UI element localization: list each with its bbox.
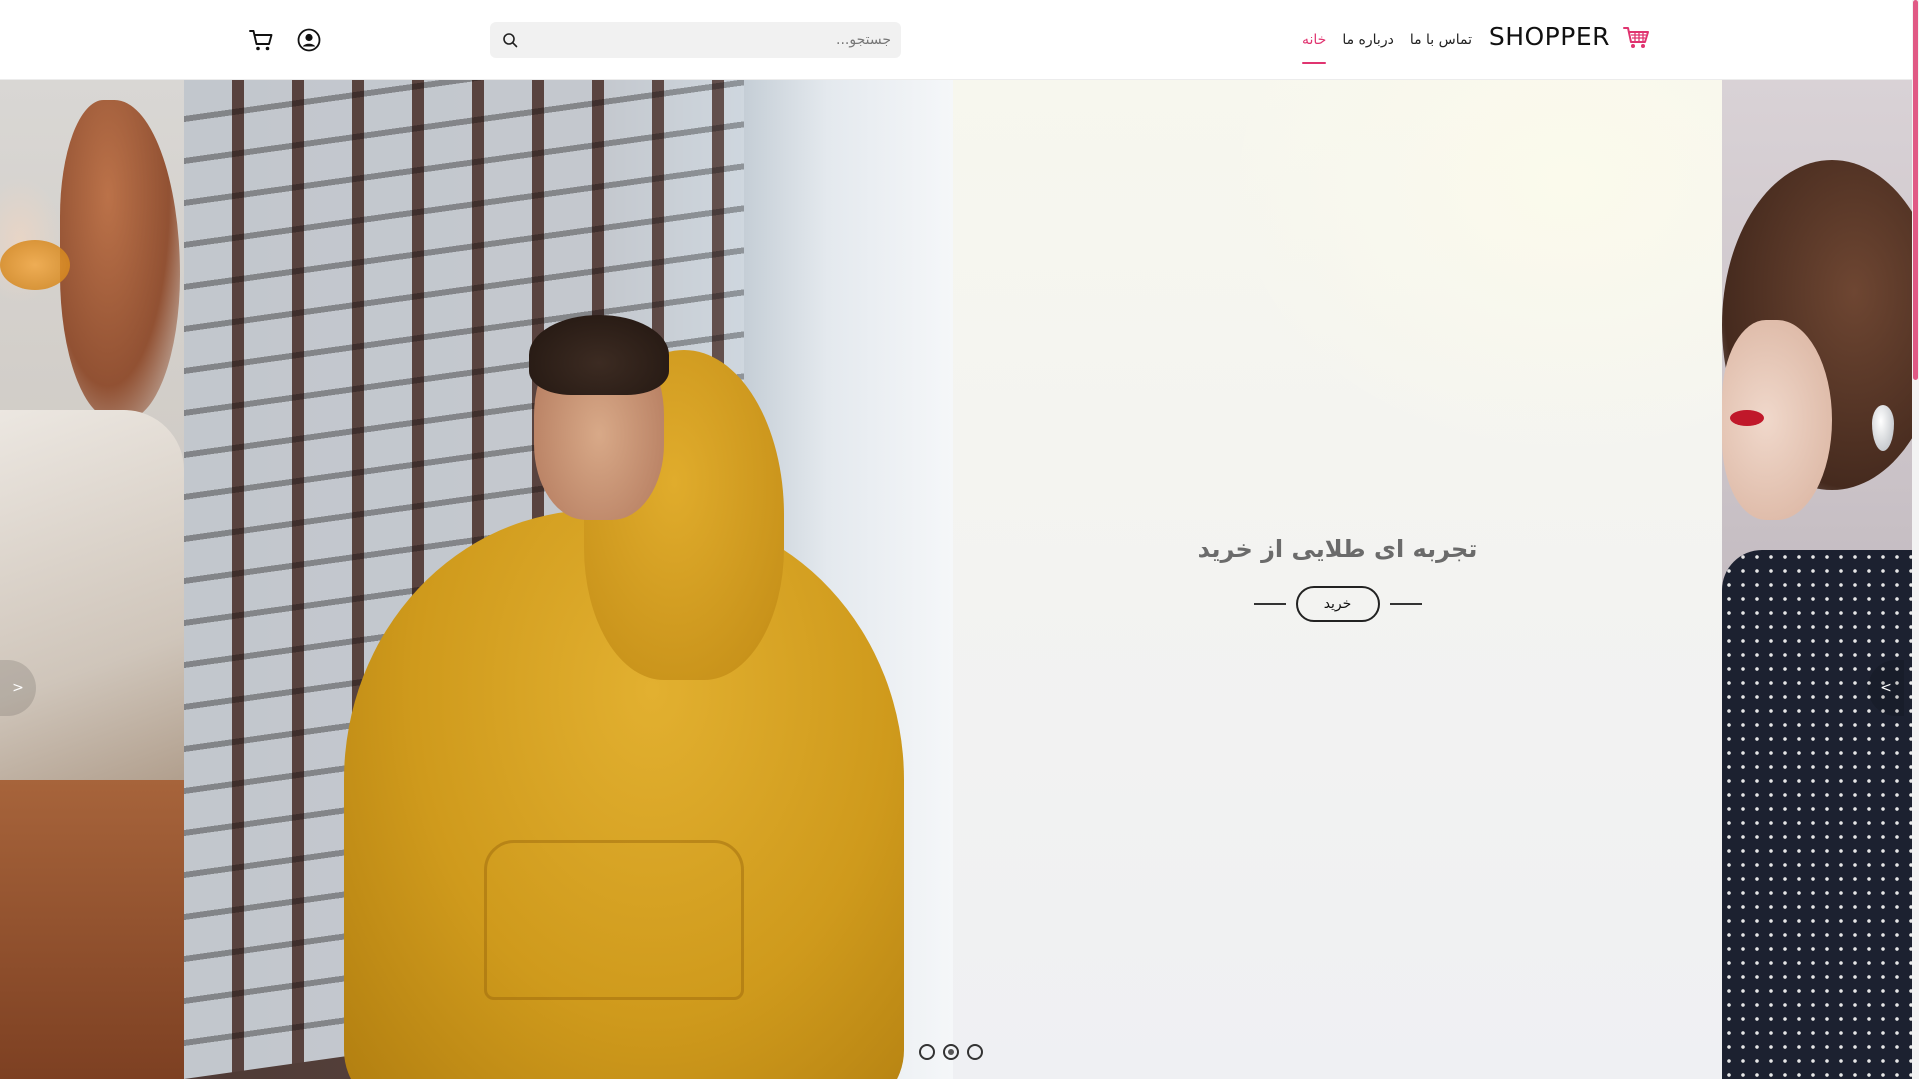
photo-pocket — [484, 840, 744, 1000]
search-icon — [503, 33, 518, 48]
photo-sunglasses — [0, 240, 70, 290]
nav-item-about[interactable]: درباره ما — [1342, 28, 1393, 52]
hero-title: تجربه ای طلایی از خرید — [1197, 535, 1478, 563]
cart-icon[interactable] — [248, 27, 274, 53]
chevron-right-icon: > — [12, 680, 24, 696]
carousel-dot-3[interactable] — [967, 1044, 983, 1060]
hero-text-panel: تجربه ای طلایی از خرید خرید — [953, 80, 1722, 1079]
slide-preview-left-image[interactable] — [0, 80, 184, 1079]
page-scrollbar[interactable] — [1912, 0, 1919, 1079]
cta-divider-left — [1253, 603, 1286, 605]
search-bar — [490, 22, 901, 58]
scrollbar-thumb[interactable] — [1913, 0, 1918, 380]
nav-item-home[interactable]: خانه — [1302, 28, 1327, 64]
hero-cta-group: خرید — [953, 586, 1722, 622]
chevron-left-icon: < — [1880, 680, 1892, 696]
carousel-dot-2[interactable] — [943, 1044, 959, 1060]
photo-hair — [60, 100, 180, 420]
carousel-dots — [919, 1044, 983, 1060]
photo-shirt — [0, 410, 184, 830]
brand-name: SHOPPER — [1488, 22, 1610, 51]
cta-divider-right — [1389, 603, 1422, 605]
shopping-cart-logo-icon — [1623, 26, 1649, 48]
hero-carousel: تجربه ای طلایی از خرید خرید > < — [0, 80, 1912, 1079]
search-button[interactable] — [490, 22, 530, 58]
carousel-dot-1[interactable] — [919, 1044, 935, 1060]
slide-preview-right-image[interactable] — [1722, 80, 1912, 1079]
shop-button[interactable]: خرید — [1295, 586, 1380, 622]
photo-skirt — [0, 780, 184, 1079]
site-header: SHOPPER خانه درباره ما تماس با ما — [0, 0, 1912, 80]
search-input[interactable] — [530, 22, 901, 58]
photo-lips-right — [1730, 410, 1764, 426]
hero-image — [184, 80, 953, 1079]
photo-hair-main — [529, 315, 669, 395]
photo-polka-dress — [1722, 550, 1912, 1079]
brand-logo[interactable]: SHOPPER — [1489, 22, 1650, 51]
nav-item-contact[interactable]: تماس با ما — [1410, 28, 1472, 52]
user-circle-icon[interactable] — [296, 27, 322, 53]
main-nav: خانه درباره ما تماس با ما — [1302, 0, 1472, 80]
